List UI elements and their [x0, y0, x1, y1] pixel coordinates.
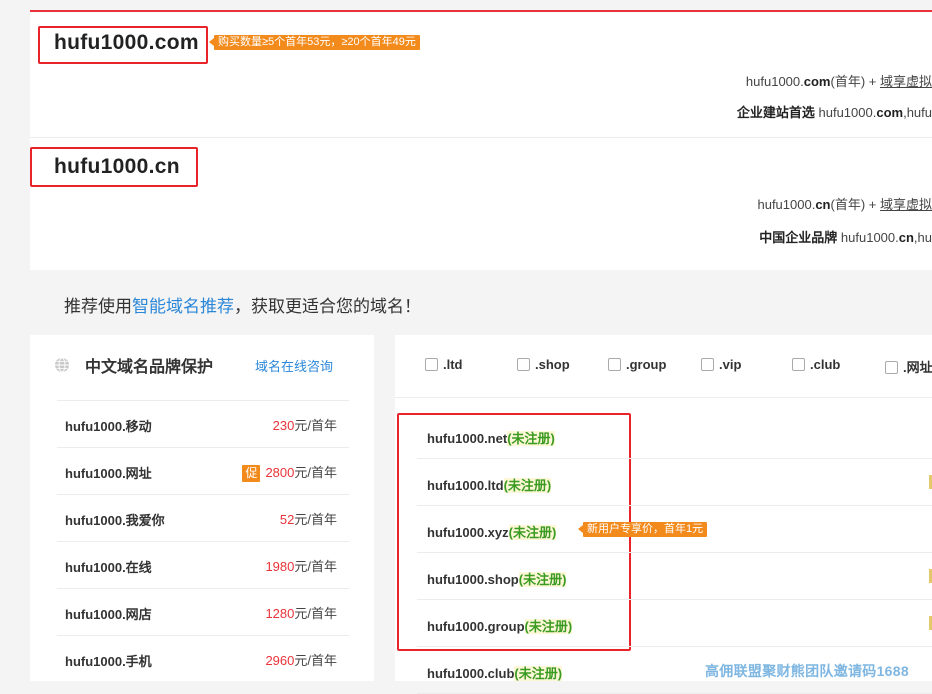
checkbox-icon[interactable] [517, 358, 530, 371]
item-price: 1280元/首年 [265, 606, 337, 621]
bundle-link[interactable]: 域享虚拟 [880, 74, 932, 89]
result-row[interactable]: hufu1000.net(未注册) [417, 412, 932, 459]
list-item[interactable]: hufu1000.网店 1280元/首年 [57, 588, 349, 635]
result-domain: hufu1000.shop(未注册) [427, 572, 567, 587]
price-line: hufu1000.com(首年) + 域享虚拟 [745, 74, 932, 89]
item-name: hufu1000.在线 [65, 560, 152, 575]
checkbox-icon[interactable] [425, 358, 438, 371]
result-domain: hufu1000.group(未注册) [427, 619, 573, 634]
checkbox-icon[interactable] [792, 358, 805, 371]
item-name: hufu1000.网址 [65, 466, 152, 481]
new-user-promo-badge: 新用户专享价，首年1元 [577, 522, 708, 537]
item-price: 促 2800元/首年 [242, 462, 337, 482]
item-name: hufu1000.手机 [65, 654, 152, 669]
extension-filter-bar: .ltd .shop .group .vip .club .网址 [395, 335, 932, 398]
domain-search-panel: .ltd .shop .group .vip .club .网址 hufu100… [395, 335, 932, 694]
ext-checkbox-club[interactable]: .club [792, 357, 840, 372]
result-domain: hufu1000.net(未注册) [427, 431, 555, 446]
ext-checkbox-group[interactable]: .group [608, 357, 666, 372]
list-item[interactable]: hufu1000.移动 230元/首年 [57, 400, 349, 447]
status-badge: (未注册) [514, 666, 563, 681]
item-price: 2960元/首年 [265, 653, 337, 668]
domain-card-cn: hufu1000.cn hufu1000.cn(首年) + 域享虚拟 中国企业品… [30, 138, 932, 270]
smart-recommend-link[interactable]: 智能域名推荐 [132, 297, 234, 316]
status-badge: (未注册) [507, 431, 555, 446]
domain-name: hufu1000.com [54, 31, 199, 54]
item-name: hufu1000.移动 [65, 419, 152, 434]
ext-checkbox-wangzhi[interactable]: .网址 [885, 357, 932, 376]
status-badge: (未注册) [503, 478, 552, 493]
status-badge: (未注册) [508, 525, 557, 540]
checkbox-icon[interactable] [701, 358, 714, 371]
recommend-text: 推荐使用智能域名推荐，获取更适合您的域名！ [64, 297, 421, 316]
ext-checkbox-vip[interactable]: .vip [701, 357, 741, 372]
panel-header: 中文域名品牌保护 域名在线咨询 [30, 335, 374, 393]
watermark-text: 高佣联盟聚财熊团队邀请码1688 [705, 663, 909, 679]
promo-tag: 促 [242, 465, 261, 482]
consult-link[interactable]: 域名在线咨询 [255, 356, 333, 375]
globe-icon [55, 357, 69, 373]
checkbox-icon[interactable] [608, 358, 621, 371]
result-domain: hufu1000.xyz(未注册) [427, 525, 557, 540]
result-row[interactable]: hufu1000.xyz(未注册) 新用户专享价，首年1元 [417, 506, 932, 553]
status-badge: (未注册) [524, 619, 573, 634]
item-price: 230元/首年 [272, 418, 337, 433]
chinese-domain-panel: 中文域名品牌保护 域名在线咨询 hufu1000.移动 230元/首年 hufu… [30, 335, 374, 681]
status-badge: (未注册) [518, 572, 567, 587]
result-domain: hufu1000.club(未注册) [427, 666, 563, 681]
item-price: 52元/首年 [279, 512, 337, 527]
list-item[interactable]: hufu1000.在线 1980元/首年 [57, 541, 349, 588]
ext-checkbox-ltd[interactable]: .ltd [425, 357, 463, 372]
slogan-line: 企业建站首选 hufu1000.com,hufu [736, 105, 932, 120]
item-name: hufu1000.网店 [65, 607, 152, 622]
item-name: hufu1000.我爱你 [65, 513, 165, 528]
list-item[interactable]: hufu1000.我爱你 52元/首年 [57, 494, 349, 541]
domain-card-com: hufu1000.com 购买数量≥5个首年53元，≥20个首年49元 hufu… [30, 12, 932, 138]
list-item[interactable]: hufu1000.网址 促 2800元/首年 [57, 447, 349, 494]
checkbox-icon[interactable] [885, 361, 898, 374]
result-row[interactable]: hufu1000.ltd(未注册) [417, 459, 932, 506]
result-row[interactable]: hufu1000.shop(未注册) [417, 553, 932, 600]
price-line: hufu1000.cn(首年) + 域享虚拟 [757, 197, 932, 212]
result-row[interactable]: hufu1000.group(未注册) [417, 600, 932, 647]
ext-checkbox-shop[interactable]: .shop [517, 357, 570, 372]
item-price: 1980元/首年 [265, 559, 337, 574]
bundle-link[interactable]: 域享虚拟 [880, 197, 932, 212]
list-item[interactable]: hufu1000.手机 2960元/首年 [57, 635, 349, 682]
promo-badge: 购买数量≥5个首年53元，≥20个首年49元 [209, 35, 420, 50]
result-domain: hufu1000.ltd(未注册) [427, 478, 552, 493]
slogan-line: 中国企业品牌 hufu1000.cn,hu [759, 230, 932, 245]
panel-title: 中文域名品牌保护 [85, 359, 214, 376]
domain-name: hufu1000.cn [54, 155, 180, 178]
